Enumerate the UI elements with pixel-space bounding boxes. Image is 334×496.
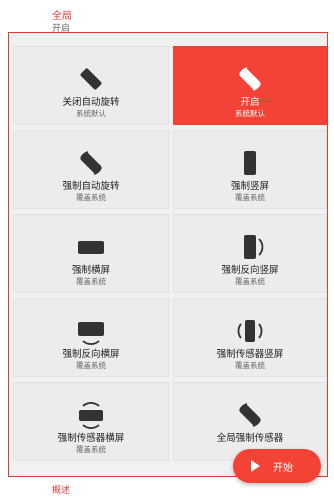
mode-card-force-sensor-portrait[interactable]: 强制传感器竖屏 覆盖系统 [173,298,327,377]
setting-title: 全局 [52,11,72,22]
mode-sub: 覆盖系统 [76,361,106,370]
mode-label: 全局强制传感器 [216,433,284,444]
global-sensor-icon [239,403,261,427]
mode-sub: 覆盖系统 [235,361,265,370]
portrait-icon [244,151,256,175]
mode-card-force-reverse-landscape[interactable]: 强制反向横屏 覆盖系统 [13,298,169,377]
landscape-icon [78,241,104,254]
start-label: 开始 [273,463,293,474]
mode-sub: 覆盖系统 [76,193,106,202]
mode-card-force-portrait[interactable]: 强制竖屏 覆盖系统 [173,130,327,209]
mode-card-on[interactable]: 开启 系统默认 [173,46,327,125]
sensor-landscape-icon [79,402,103,429]
reverse-portrait-icon [244,235,264,259]
mode-label: 强制反向竖屏 [221,265,279,276]
mode-label: 强制自动旋转 [62,181,120,192]
rotation-mode-panel: 关闭自动旋转 系统默认 开启 系统默认 强制自动旋转 覆盖系统 强制竖屏 覆盖系… [8,32,328,477]
force-auto-rotate-icon [80,151,102,175]
mode-card-force-sensor-landscape[interactable]: 强制传感器横屏 覆盖系统 [13,382,169,461]
mode-card-auto-rotate-off[interactable]: 关闭自动旋转 系统默认 [13,46,169,125]
mode-sub: 覆盖系统 [76,445,106,454]
sensor-portrait-icon [237,320,263,342]
mode-label: 强制反向横屏 [62,349,120,360]
mode-sub: 覆盖系统 [76,277,106,286]
mode-label: 关闭自动旋转 [62,97,120,108]
mode-sub: 系统默认 [235,109,265,118]
mode-label: 开启 [240,97,260,108]
mode-sub: 覆盖系统 [235,193,265,202]
mode-sub: 覆盖系统 [235,277,265,286]
overview-section-title: 概述 [52,486,71,496]
mode-label: 强制传感器横屏 [57,433,125,444]
start-button[interactable]: 开始 [233,449,321,483]
mode-label: 强制竖屏 [230,181,269,192]
mode-card-force-reverse-portrait[interactable]: 强制反向竖屏 覆盖系统 [173,214,327,293]
rotation-off-icon [80,68,102,90]
mode-label: 强制横屏 [71,265,110,276]
mode-card-force-landscape[interactable]: 强制横屏 覆盖系统 [13,214,169,293]
mode-sub: 系统默认 [76,109,106,118]
rotation-mode-grid: 关闭自动旋转 系统默认 开启 系统默认 强制自动旋转 覆盖系统 强制竖屏 覆盖系… [13,46,327,461]
reverse-landscape-icon [78,322,104,345]
play-icon [251,460,260,472]
mode-card-force-auto-rotate[interactable]: 强制自动旋转 覆盖系统 [13,130,169,209]
rotation-on-icon [239,67,261,91]
mode-label: 强制传感器竖屏 [216,349,284,360]
